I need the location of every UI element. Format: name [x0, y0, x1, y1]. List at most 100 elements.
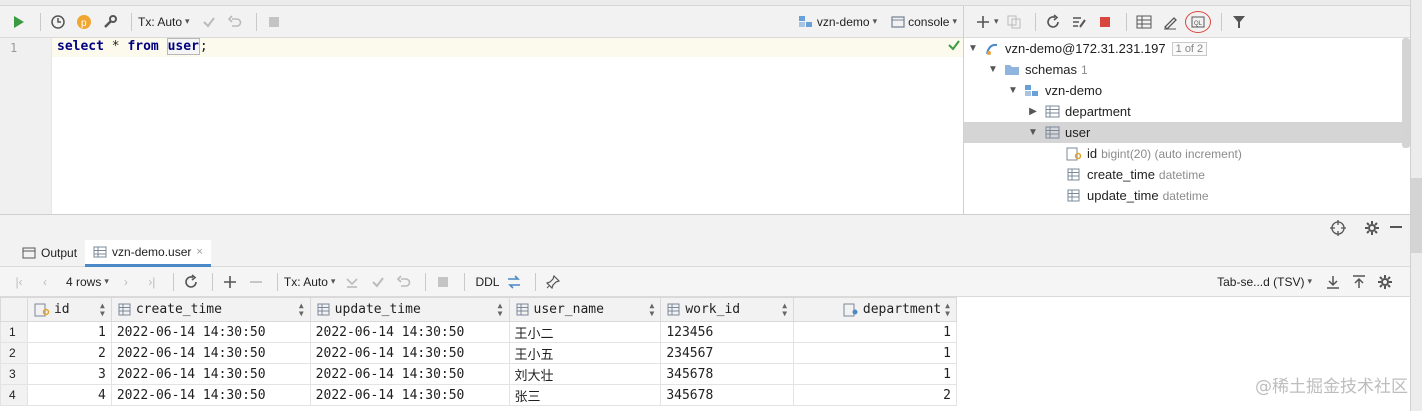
stop-icon[interactable]	[1094, 11, 1116, 33]
compare-icon[interactable]	[503, 271, 525, 293]
stop-icon[interactable]	[263, 11, 285, 33]
tx-mode-dropdown[interactable]: Tx: Auto ▾	[284, 275, 336, 289]
datasource-dropdown[interactable]: vzn-demo ▾	[798, 15, 877, 29]
commit-check-icon[interactable]	[198, 11, 220, 33]
first-page-icon[interactable]: |‹	[8, 271, 30, 293]
table-row[interactable]: 4 4 2022-06-14 14:30:50 2022-06-14 14:30…	[0, 384, 957, 406]
gear-icon[interactable]	[1374, 271, 1396, 293]
cell-department[interactable]: 1	[793, 321, 957, 343]
refresh-icon[interactable]	[1042, 11, 1064, 33]
column-header-work-id[interactable]: work_id ▲ ▼	[660, 297, 795, 322]
code-line[interactable]: select * from user;	[57, 38, 208, 55]
cell-department[interactable]: 1	[793, 363, 957, 385]
console-dropdown[interactable]: console ▾	[891, 15, 957, 29]
row-number[interactable]: 1	[0, 321, 28, 343]
column-header-update-time[interactable]: update_time ▲ ▼	[309, 297, 510, 322]
add-icon[interactable]	[972, 11, 994, 33]
sort-icon[interactable]: ▲ ▼	[299, 301, 304, 318]
cell-user-name[interactable]: 刘大壮	[508, 363, 662, 385]
tx-mode-dropdown[interactable]: Tx: Auto ▾	[138, 15, 190, 29]
row-number[interactable]: 2	[0, 342, 28, 364]
cell-user-name[interactable]: 王小二	[508, 321, 662, 343]
column-header-id[interactable]: id ▲ ▼	[26, 297, 112, 322]
rows-dropdown[interactable]: 4 rows ▾	[66, 275, 109, 289]
export-icon[interactable]	[1322, 271, 1344, 293]
gear-icon[interactable]	[1364, 220, 1380, 239]
previous-page-icon[interactable]: ‹	[34, 271, 56, 293]
database-tool-window-button[interactable]	[1411, 178, 1422, 253]
cell-user-name[interactable]: 王小五	[508, 342, 662, 364]
cell-create-time[interactable]: 2022-06-14 14:30:50	[110, 384, 311, 406]
tree-table-user[interactable]: ▼ user	[964, 122, 1404, 143]
last-page-icon[interactable]: ›|	[141, 271, 163, 293]
history-icon[interactable]	[47, 11, 69, 33]
tree-connection[interactable]: ▼ vzn-demo@172.31.231.197 1 of 2	[964, 38, 1404, 59]
cell-update-time[interactable]: 2022-06-14 14:30:50	[309, 363, 510, 385]
cell-id[interactable]: 2	[26, 342, 112, 364]
cell-work-id[interactable]: 234567	[660, 342, 795, 364]
cell-id[interactable]: 3	[26, 363, 112, 385]
jump-to-query-console-icon[interactable]: QL	[1184, 10, 1211, 33]
chevron-right-icon[interactable]: ▶	[1026, 105, 1040, 119]
stop-icon[interactable]	[432, 271, 454, 293]
export-format-dropdown[interactable]: Tab-se...d (TSV) ▾	[1217, 275, 1312, 289]
column-header-user-name[interactable]: user_name ▲ ▼	[508, 297, 662, 322]
cell-update-time[interactable]: 2022-06-14 14:30:50	[309, 321, 510, 343]
row-number[interactable]: 3	[0, 363, 28, 385]
cell-create-time[interactable]: 2022-06-14 14:30:50	[110, 342, 311, 364]
parameters-icon[interactable]: p	[73, 11, 95, 33]
minimize-icon[interactable]	[1390, 226, 1402, 228]
chevron-down-icon[interactable]: ▼	[1026, 126, 1040, 140]
cell-work-id[interactable]: 345678	[660, 363, 795, 385]
ddl-button[interactable]: DDL	[475, 275, 499, 289]
cell-work-id[interactable]: 123456	[660, 321, 795, 343]
row-number[interactable]: 4	[0, 384, 28, 406]
cell-id[interactable]: 1	[26, 321, 112, 343]
tree-scrollbar[interactable]	[1402, 38, 1410, 148]
filter-icon[interactable]	[1228, 11, 1250, 33]
cell-user-name[interactable]: 张三	[508, 384, 662, 406]
sort-icon[interactable]: ▲ ▼	[649, 301, 654, 318]
table-row[interactable]: 3 3 2022-06-14 14:30:50 2022-06-14 14:30…	[0, 363, 957, 385]
delete-row-icon[interactable]	[245, 271, 267, 293]
run-icon[interactable]	[8, 11, 30, 33]
cell-create-time[interactable]: 2022-06-14 14:30:50	[110, 321, 311, 343]
tree-column-create-time[interactable]: create_time datetime	[964, 164, 1404, 185]
table-identifier[interactable]: user	[166, 38, 200, 55]
tree-column-update-time[interactable]: update_time datetime	[964, 185, 1404, 206]
duplicate-icon[interactable]	[1003, 11, 1025, 33]
properties-icon[interactable]	[1068, 11, 1090, 33]
refresh-icon[interactable]	[180, 271, 202, 293]
add-row-icon[interactable]	[219, 271, 241, 293]
cell-update-time[interactable]: 2022-06-14 14:30:50	[309, 342, 510, 364]
cell-department[interactable]: 1	[793, 342, 957, 364]
tab-result[interactable]: vzn-demo.user ×	[85, 239, 211, 267]
table-view-icon[interactable]	[1133, 11, 1155, 33]
crosshair-icon[interactable]	[1330, 220, 1346, 239]
edit-pencil-icon[interactable]	[1159, 11, 1181, 33]
import-icon[interactable]	[1348, 271, 1370, 293]
chevron-down-icon[interactable]: ▼	[1006, 84, 1020, 98]
sort-icon[interactable]: ▲ ▼	[498, 301, 503, 318]
sort-icon[interactable]: ▲ ▼	[100, 301, 105, 318]
cell-work-id[interactable]: 345678	[660, 384, 795, 406]
settings-wrench-icon[interactable]	[99, 11, 121, 33]
sort-icon[interactable]: ▲ ▼	[945, 301, 950, 318]
close-icon[interactable]: ×	[196, 246, 202, 258]
rollback-icon[interactable]	[224, 11, 246, 33]
submit-icon[interactable]	[341, 271, 363, 293]
rollback-icon[interactable]	[393, 271, 415, 293]
pin-icon[interactable]	[542, 271, 564, 293]
tab-output[interactable]: Output	[14, 240, 85, 267]
chevron-down-icon[interactable]: ▼	[966, 42, 980, 56]
cell-department[interactable]: 2	[793, 384, 957, 406]
sql-editor[interactable]: 1 select * from user;	[0, 38, 963, 214]
commit-check-icon[interactable]	[367, 271, 389, 293]
column-header-create-time[interactable]: create_time ▲ ▼	[110, 297, 311, 322]
sort-icon[interactable]: ▲ ▼	[782, 301, 787, 318]
cell-create-time[interactable]: 2022-06-14 14:30:50	[110, 363, 311, 385]
table-row[interactable]: 2 2 2022-06-14 14:30:50 2022-06-14 14:30…	[0, 342, 957, 364]
tree-column-id[interactable]: id bigint(20) (auto increment)	[964, 143, 1404, 164]
chevron-down-icon[interactable]: ▼	[986, 63, 1000, 77]
cell-update-time[interactable]: 2022-06-14 14:30:50	[309, 384, 510, 406]
